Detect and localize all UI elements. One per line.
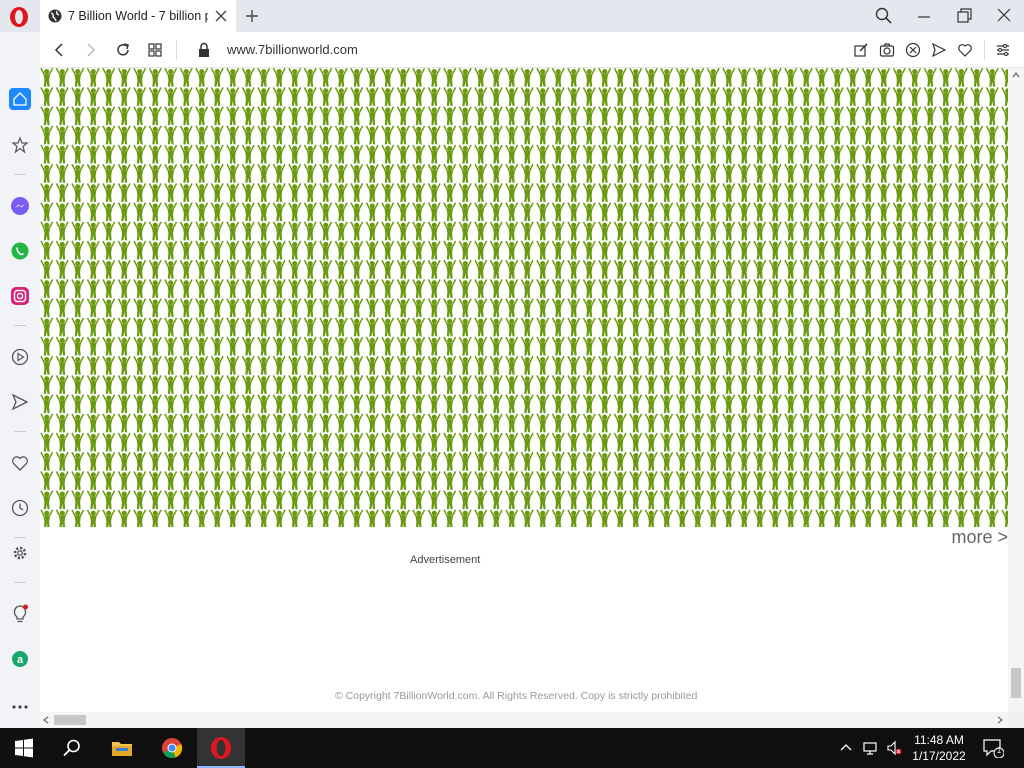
toolbar-separator (984, 40, 985, 60)
lock-icon[interactable] (197, 42, 211, 58)
taskbar-opera-active[interactable] (197, 728, 245, 768)
volume-muted-icon[interactable] (886, 740, 902, 756)
horizontal-scrollbar[interactable] (40, 712, 1008, 728)
back-arrow-icon[interactable] (50, 41, 68, 59)
forward-arrow-icon[interactable] (82, 41, 100, 59)
url-field[interactable]: www.7billionworld.com (227, 42, 358, 57)
show-hidden-icons-chevron-up-icon[interactable] (838, 740, 854, 756)
network-icon[interactable] (862, 740, 878, 756)
send-arrow-icon (11, 393, 29, 411)
new-tab-plus-icon[interactable] (243, 7, 261, 25)
notification-count: 1 (996, 746, 1002, 755)
gear-icon (13, 546, 27, 560)
globe-favicon-icon (48, 9, 62, 23)
opera-taskbar-icon (211, 737, 231, 759)
notification-center-button[interactable]: 1 (982, 738, 1005, 759)
search-tabs-icon[interactable] (872, 6, 894, 26)
sidebar-item-settings[interactable] (9, 542, 31, 564)
messenger-icon (11, 197, 29, 215)
sidebar-more-button[interactable] (9, 696, 31, 718)
sidebar-item-home[interactable] (9, 88, 31, 110)
active-tab[interactable]: 7 Billion World - 7 billion p (40, 0, 236, 32)
scroll-right-icon[interactable] (997, 716, 1003, 724)
address-bar: www.7billionworld.com (40, 32, 1024, 68)
scroll-up-icon[interactable] (1012, 72, 1020, 78)
sidebar-item-messenger[interactable] (9, 195, 31, 217)
sidebar-item-player[interactable] (9, 346, 31, 368)
heart-icon (12, 456, 28, 471)
close-window-icon[interactable] (993, 6, 1015, 26)
sidebar-separator (14, 537, 26, 538)
clock-date: 1/17/2022 (912, 749, 966, 763)
play-circle-icon (11, 348, 29, 366)
sidebar: a (0, 32, 40, 728)
tab-grid-icon[interactable] (146, 41, 164, 59)
heart-bookmark-icon[interactable] (957, 42, 973, 58)
sidebar-item-instagram[interactable] (9, 285, 31, 307)
more-dots-icon (12, 705, 28, 709)
advertisement-label: Advertisement (410, 554, 481, 566)
reload-icon[interactable] (114, 41, 132, 59)
svg-text:a: a (17, 654, 24, 666)
vertical-scroll-thumb[interactable] (1011, 668, 1021, 698)
easy-setup-menu-icon[interactable] (995, 42, 1011, 58)
population-people-grid (40, 68, 1008, 527)
sidebar-separator (14, 325, 26, 326)
chrome-icon[interactable] (160, 736, 184, 760)
sidebar-item-flow[interactable] (9, 391, 31, 413)
star-icon (11, 136, 29, 154)
toolbar-separator (176, 40, 177, 60)
windows-start-icon[interactable] (12, 736, 36, 760)
scrollbar-corner (1008, 712, 1024, 728)
whatsapp-icon (11, 242, 29, 260)
aria-icon: a (12, 651, 28, 667)
sidebar-separator (14, 431, 26, 432)
taskbar: 11:48 AM 1/17/2022 1 (0, 728, 1024, 768)
page-content: more > Advertisement © Copyright 7Billio… (40, 68, 1008, 712)
tab-bar: 7 Billion World - 7 billion p (0, 0, 1024, 32)
camera-icon[interactable] (879, 42, 895, 58)
sidebar-item-history[interactable] (9, 497, 31, 519)
sidebar-separator (14, 174, 26, 175)
horizontal-scroll-thumb[interactable] (54, 715, 86, 725)
file-explorer-icon[interactable] (110, 736, 134, 760)
close-tab-icon[interactable] (214, 9, 228, 23)
sidebar-separator (14, 582, 26, 583)
sidebar-item-aria[interactable]: a (9, 648, 31, 670)
copyright-text: © Copyright 7BillionWorld.com. All Right… (335, 690, 698, 702)
sidebar-item-whatsapp[interactable] (9, 240, 31, 262)
vertical-scrollbar[interactable] (1008, 68, 1024, 712)
send-icon[interactable] (931, 42, 947, 58)
sidebar-item-bookmarks[interactable] (9, 134, 31, 156)
restore-window-icon[interactable] (953, 6, 975, 26)
sidebar-item-tips[interactable] (9, 603, 31, 625)
minimize-window-icon[interactable] (913, 6, 935, 26)
lightbulb-icon (13, 604, 28, 623)
home-icon (13, 92, 27, 106)
search-icon[interactable] (60, 736, 84, 760)
instagram-icon (11, 287, 29, 305)
clock-icon (11, 499, 29, 517)
more-link[interactable]: more > (951, 527, 1008, 548)
screen: 7 Billion World - 7 billion p www.7billi… (0, 0, 1024, 768)
tab-title: 7 Billion World - 7 billion p (68, 9, 208, 23)
clock-time: 11:48 AM (914, 733, 964, 747)
sidebar-item-pinboards[interactable] (9, 452, 31, 474)
opera-logo-icon[interactable] (8, 6, 30, 28)
system-clock[interactable]: 11:48 AM 1/17/2022 (906, 732, 972, 764)
snapshot-edit-icon[interactable] (853, 42, 869, 58)
ad-blocker-icon[interactable] (905, 42, 921, 58)
scroll-left-icon[interactable] (43, 716, 49, 724)
